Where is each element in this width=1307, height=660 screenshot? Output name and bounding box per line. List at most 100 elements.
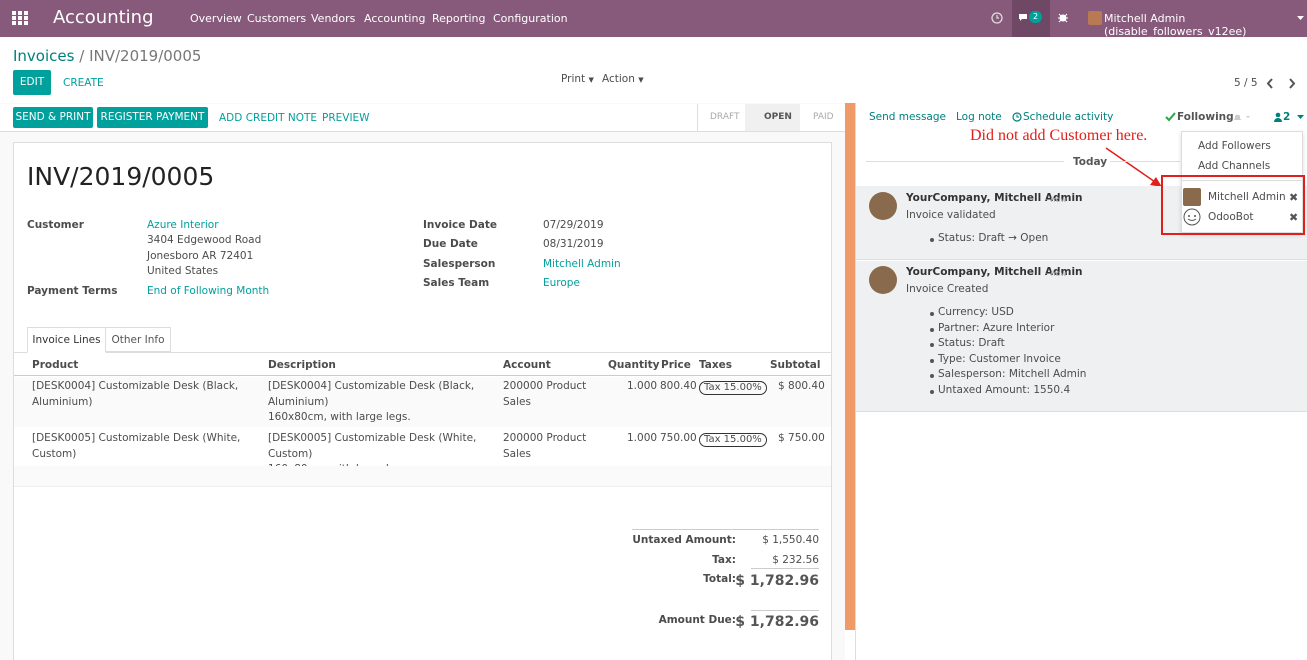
menu-reporting[interactable]: Reporting bbox=[432, 12, 485, 25]
line-product-text: [DESK0004] Customizable Desk (Black, bbox=[32, 380, 239, 392]
bell-icon[interactable] bbox=[1232, 112, 1252, 122]
preview-button[interactable]: PREVIEW bbox=[322, 112, 370, 124]
user-avatar[interactable] bbox=[1088, 11, 1102, 25]
pager-previous-icon[interactable] bbox=[1266, 78, 1274, 89]
customer-label: Customer bbox=[27, 219, 84, 231]
annotation-arrow-icon bbox=[1105, 147, 1162, 187]
menu-customers[interactable]: Customers bbox=[247, 12, 306, 25]
remove-follower-icon[interactable]: ✖ bbox=[1289, 211, 1298, 224]
line-product-text: [DESK0005] Customizable Desk (White, Cus… bbox=[32, 432, 241, 460]
add-followers-item[interactable]: Add Followers bbox=[1198, 140, 1271, 152]
chevron-down-icon[interactable] bbox=[1297, 16, 1304, 21]
avatar bbox=[1183, 188, 1201, 206]
tab-other-info[interactable]: Other Info bbox=[106, 327, 171, 352]
schedule-activity-button[interactable]: Schedule activity bbox=[1023, 111, 1113, 123]
caret-down-icon: ▼ bbox=[588, 76, 594, 84]
add-channels-item[interactable]: Add Channels bbox=[1198, 160, 1270, 172]
divider bbox=[866, 161, 1064, 162]
tracking-value: Partner: Azure Interior bbox=[938, 322, 1055, 334]
caret-down-icon: ▼ bbox=[638, 76, 644, 84]
add-credit-note-button[interactable]: ADD CREDIT NOTE bbox=[219, 112, 317, 124]
print-label: Print bbox=[561, 73, 586, 85]
line-price: 800.40 bbox=[660, 380, 697, 392]
bug-debug-icon[interactable] bbox=[1057, 12, 1069, 24]
activity-clock-icon[interactable] bbox=[991, 12, 1003, 24]
menu-vendors[interactable]: Vendors bbox=[311, 12, 355, 25]
print-dropdown[interactable]: Print ▼ bbox=[561, 73, 594, 85]
message-time: - now bbox=[1045, 269, 1067, 278]
check-icon bbox=[1165, 112, 1176, 122]
pager-value[interactable]: 5 / 5 bbox=[1234, 77, 1258, 89]
column-header-quantity[interactable]: Quantity bbox=[608, 359, 659, 371]
column-header-subtotal[interactable]: Subtotal bbox=[770, 359, 821, 371]
sales-team-value[interactable]: Europe bbox=[543, 277, 580, 289]
customer-name[interactable]: Azure Interior bbox=[147, 219, 219, 231]
salesperson-label: Salesperson bbox=[423, 258, 496, 270]
messages-badge: 2 bbox=[1029, 11, 1042, 23]
column-header-price[interactable]: Price bbox=[661, 359, 691, 371]
column-header-account[interactable]: Account bbox=[503, 359, 551, 371]
app-brand[interactable]: Accounting bbox=[53, 7, 154, 28]
line-price: 750.00 bbox=[660, 432, 697, 444]
column-header-description[interactable]: Description bbox=[268, 359, 336, 371]
send-message-button[interactable]: Send message bbox=[869, 111, 946, 123]
following-button[interactable]: Following bbox=[1177, 111, 1234, 123]
line-product: [DESK0005] Customizable Desk (White, Cus… bbox=[32, 431, 266, 462]
create-button[interactable]: CREATE bbox=[63, 77, 104, 89]
line-account: 200000 Product Sales bbox=[503, 379, 586, 410]
stage-open: OPEN bbox=[764, 112, 792, 122]
menu-configuration[interactable]: Configuration bbox=[493, 12, 568, 25]
line-description: [DESK0004] Customizable Desk (Black, Alu… bbox=[268, 379, 498, 426]
action-dropdown[interactable]: Action ▼ bbox=[602, 73, 644, 85]
line-subtotal: $ 800.40 bbox=[778, 380, 825, 392]
salesperson-value[interactable]: Mitchell Admin bbox=[543, 258, 621, 270]
top-navbar: Accounting Overview Customers Vendors Ac… bbox=[0, 0, 1307, 38]
tax-tag: Tax 15.00% bbox=[699, 432, 767, 447]
apps-menu-icon[interactable] bbox=[12, 11, 28, 25]
user-menu[interactable]: Mitchell Admin (disable_followers_v12ee) bbox=[1104, 12, 1307, 38]
column-header-product[interactable]: Product bbox=[32, 359, 78, 371]
action-label: Action bbox=[602, 73, 635, 85]
follower-item[interactable]: Mitchell Admin bbox=[1208, 191, 1286, 203]
customer-address-street: 3404 Edgewood Road bbox=[147, 234, 262, 246]
follower-item[interactable]: OdooBot bbox=[1208, 211, 1254, 223]
tax-tag-label: Tax 15.00% bbox=[699, 381, 767, 395]
log-note-button[interactable]: Log note bbox=[956, 111, 1002, 123]
pager-next-icon[interactable] bbox=[1288, 78, 1296, 89]
line-description-text: [DESK0004] Customizable Desk (Black, bbox=[268, 380, 475, 392]
line-quantity: 1.000 bbox=[627, 380, 658, 392]
menu-overview[interactable]: Overview bbox=[190, 12, 242, 25]
menu-accounting[interactable]: Accounting bbox=[364, 12, 425, 25]
invoice-date-label: Invoice Date bbox=[423, 219, 497, 231]
followers-count[interactable]: 2 bbox=[1283, 111, 1290, 123]
avatar[interactable] bbox=[869, 266, 897, 294]
avatar[interactable] bbox=[869, 192, 897, 220]
column-header-taxes[interactable]: Taxes bbox=[699, 359, 732, 371]
payment-terms-value[interactable]: End of Following Month bbox=[147, 285, 269, 297]
divider bbox=[1110, 161, 1180, 162]
chevron-down-icon[interactable] bbox=[1297, 115, 1304, 120]
sheet-scrollbar[interactable] bbox=[845, 103, 855, 630]
remove-follower-icon[interactable]: ✖ bbox=[1289, 191, 1298, 204]
tab-invoice-lines[interactable]: Invoice Lines bbox=[27, 327, 106, 353]
totals-divider bbox=[632, 529, 819, 530]
today-separator: Today bbox=[1073, 156, 1108, 168]
breadcrumb-separator: / bbox=[79, 47, 85, 65]
bullet bbox=[930, 312, 934, 316]
bullet bbox=[930, 343, 934, 347]
edit-button[interactable]: EDIT bbox=[13, 70, 51, 95]
invoice-title: INV/2019/0005 bbox=[27, 162, 215, 191]
followers-user-icon bbox=[1274, 112, 1282, 122]
send-print-button[interactable]: SEND & PRINT bbox=[13, 107, 93, 128]
tracking-value: Status: Draft bbox=[938, 337, 1005, 349]
tax-label: Tax: bbox=[712, 554, 736, 566]
breadcrumb-current: INV/2019/0005 bbox=[89, 47, 202, 65]
line-description-text: Aluminium) bbox=[268, 395, 329, 408]
breadcrumb-invoices[interactable]: Invoices bbox=[13, 47, 74, 65]
due-date-value: 08/31/2019 bbox=[543, 238, 604, 250]
stage-draft: DRAFT bbox=[710, 112, 740, 122]
line-account-text: Sales bbox=[503, 447, 531, 460]
sales-team-label: Sales Team bbox=[423, 277, 490, 289]
tracking-value: Untaxed Amount: 1550.4 bbox=[938, 384, 1071, 396]
register-payment-button[interactable]: REGISTER PAYMENT bbox=[97, 107, 208, 128]
